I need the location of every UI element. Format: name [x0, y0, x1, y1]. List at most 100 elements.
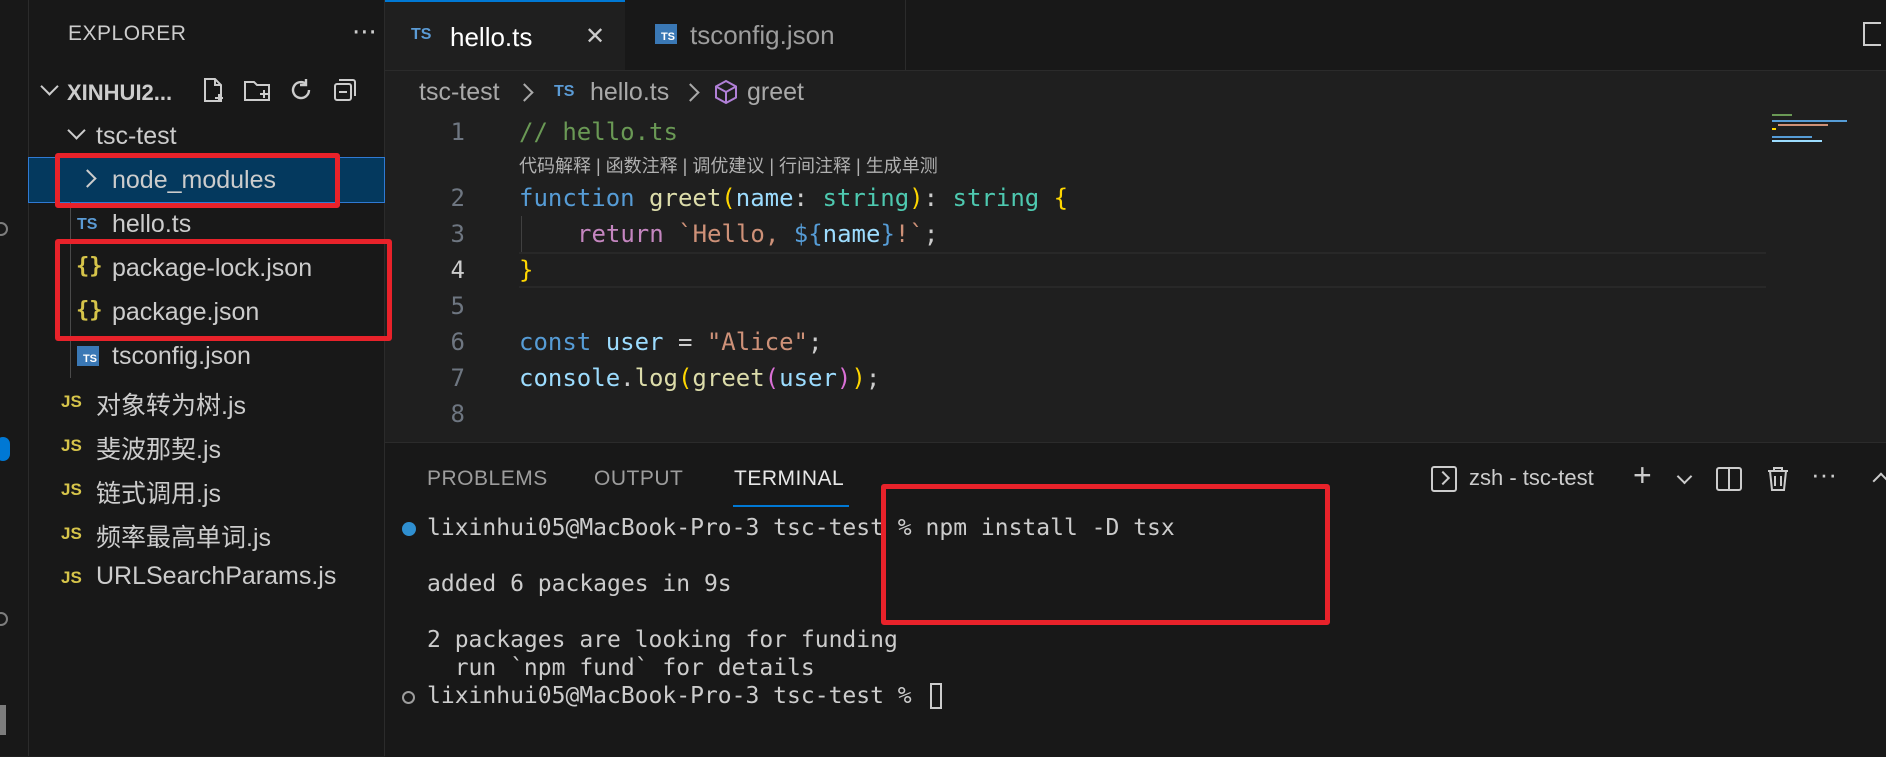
code-punct: : — [923, 184, 953, 212]
tab-output[interactable]: OUTPUT — [594, 467, 683, 491]
line-number: 1 — [450, 118, 465, 146]
add-terminal-icon[interactable]: + — [1633, 457, 1652, 494]
activity-badge — [0, 437, 10, 461]
active-tab-indicator — [733, 505, 849, 507]
chevron-down-icon — [40, 77, 59, 96]
code-line[interactable]: } — [519, 256, 533, 284]
code-bracket: ) — [836, 364, 852, 392]
terminal-prompt-line[interactable]: lixinhui05@MacBook-Pro-3 tsc-test % — [427, 683, 942, 709]
line-number: 8 — [450, 400, 465, 428]
editor-tab-bar: TS hello.ts ✕ TS tsconfig.json — [385, 0, 1886, 71]
more-actions-icon[interactable]: ··· — [352, 18, 377, 48]
code-line[interactable]: return `Hello, ${name}!`; — [577, 220, 938, 248]
codelens-actions[interactable]: 代码解释 | 函数注释 | 调优建议 | 行间注释 | 生成单测 — [519, 152, 938, 178]
chevron-down-icon — [67, 121, 86, 140]
line-number: 4 — [450, 256, 465, 284]
code-bracket: ( — [764, 364, 780, 392]
activity-icon[interactable] — [0, 222, 8, 236]
tab-label: tsconfig.json — [690, 20, 835, 50]
javascript-file-icon: JS — [61, 524, 82, 543]
code-variable: user — [779, 364, 837, 392]
split-terminal-icon[interactable] — [1716, 467, 1742, 491]
collapse-all-icon[interactable] — [331, 76, 359, 104]
tree-file-js[interactable]: JS 链式调用.js — [29, 466, 384, 510]
new-folder-icon[interactable] — [243, 76, 271, 104]
breadcrumb-file[interactable]: hello.ts — [590, 78, 669, 107]
terminal-icon — [1431, 466, 1457, 492]
more-actions-icon[interactable]: ··· — [1811, 459, 1837, 490]
code-punct: ; — [865, 364, 881, 392]
chevron-right-icon — [515, 83, 534, 102]
close-icon[interactable]: ✕ — [585, 22, 605, 51]
code-string: !` — [894, 220, 924, 248]
chevron-right-icon — [681, 83, 700, 102]
activity-icon[interactable] — [0, 612, 8, 626]
code-punct: ; — [923, 220, 939, 248]
code-line[interactable]: function greet(name: string): string { — [519, 184, 1068, 212]
tree-item-label: 斐波那契.js — [96, 436, 222, 464]
tab-tsconfig-json[interactable]: TS tsconfig.json — [625, 0, 906, 70]
javascript-file-icon: JS — [61, 392, 82, 411]
tab-problems[interactable]: PROBLEMS — [427, 467, 548, 491]
breadcrumb-symbol[interactable]: greet — [747, 78, 804, 107]
terminal-prompt: lixinhui05@MacBook-Pro-3 tsc-test % — [427, 683, 926, 709]
tree-file-js[interactable]: JS 对象转为树.js — [29, 378, 384, 422]
tab-hello-ts[interactable]: TS hello.ts ✕ — [385, 0, 625, 70]
code-bracket: { — [1039, 184, 1069, 212]
current-line-highlight — [519, 252, 1766, 288]
highlight-box-npm-command — [881, 484, 1330, 625]
javascript-file-icon: JS — [61, 480, 82, 499]
split-editor-icon[interactable] — [1863, 22, 1881, 46]
code-type: string — [822, 184, 910, 212]
code-bracket: ( — [721, 184, 736, 212]
refresh-icon[interactable] — [287, 76, 315, 104]
trash-icon[interactable] — [1765, 465, 1791, 493]
code-line[interactable]: // hello.ts — [519, 118, 678, 146]
code-line[interactable]: console.log(greet(user)); — [519, 364, 880, 392]
code-bracket: } — [519, 256, 534, 284]
tab-label: hello.ts — [450, 22, 533, 52]
code-interp: } — [880, 220, 895, 248]
tsconfig-file-icon: TS — [655, 24, 677, 44]
code-punct: : — [793, 184, 823, 212]
code-bracket: ) — [909, 184, 924, 212]
chevron-down-icon[interactable] — [1676, 468, 1693, 485]
code-string: "Alice" — [706, 328, 809, 356]
command-pending-dot[interactable] — [402, 691, 415, 704]
tree-file-js[interactable]: JS 斐波那契.js — [29, 422, 384, 466]
breadcrumb-folder[interactable]: tsc-test — [419, 78, 500, 107]
tree-folder-tsc-test[interactable]: tsc-test — [29, 114, 384, 158]
tree-file-js[interactable]: JS 频率最高单词.js — [29, 510, 384, 554]
code-string: `Hello, — [678, 220, 794, 248]
code-keyword: const — [519, 328, 592, 356]
tab-terminal[interactable]: TERMINAL — [734, 467, 844, 491]
javascript-file-icon: JS — [61, 436, 82, 455]
activity-icon[interactable] — [0, 705, 6, 735]
code-interp: ${ — [793, 220, 823, 248]
new-file-icon[interactable] — [199, 76, 227, 104]
typescript-file-icon: TS — [554, 83, 575, 100]
terminal-output-line: 2 packages are looking for funding — [427, 627, 898, 653]
code-type: string — [952, 184, 1040, 212]
highlight-box-node-modules — [55, 153, 340, 208]
terminal-cursor — [929, 683, 942, 709]
code-bracket: ( — [677, 364, 693, 392]
tsconfig-file-icon: TS — [77, 346, 99, 366]
terminal-instance-name[interactable]: zsh - tsc-test — [1469, 465, 1594, 491]
code-bracket: ) — [851, 364, 866, 392]
javascript-file-icon: JS — [61, 568, 82, 587]
line-number: 7 — [450, 364, 465, 392]
code-param: name — [735, 184, 794, 212]
minimap[interactable] — [1770, 112, 1850, 152]
tree-item-label: URLSearchParams.js — [96, 562, 337, 590]
activity-bar — [0, 0, 29, 756]
line-number: 5 — [450, 292, 465, 320]
tree-file-js[interactable]: JS URLSearchParams.js — [29, 554, 384, 598]
typescript-file-icon: TS — [77, 216, 98, 233]
command-success-dot[interactable] — [402, 522, 416, 536]
chevron-up-icon[interactable] — [1872, 472, 1886, 490]
code-punct: . — [620, 364, 635, 392]
code-line[interactable]: const user = "Alice"; — [519, 328, 822, 356]
code-object: console — [519, 364, 621, 392]
tree-item-label: tsconfig.json — [112, 342, 251, 370]
